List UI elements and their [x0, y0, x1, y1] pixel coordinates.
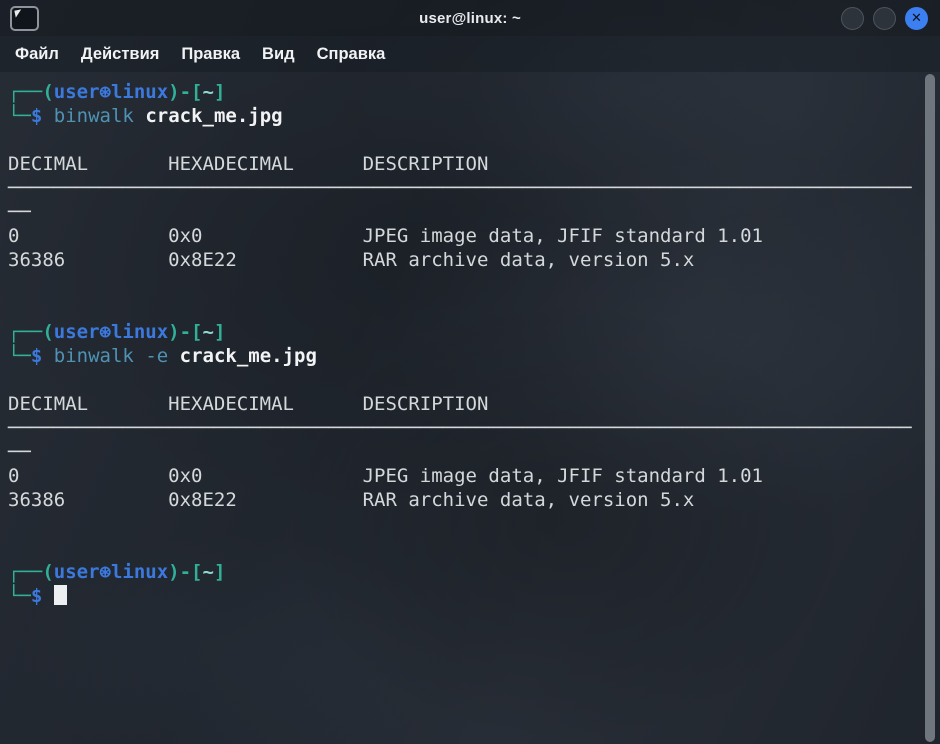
- terminal-text: 0 0x0 JPEG image data, JFIF standard 1.0…: [8, 225, 763, 247]
- terminal-text: binwalk: [54, 105, 134, 127]
- terminal-text: ]: [214, 81, 225, 103]
- terminal-cursor: [54, 585, 67, 605]
- close-icon: ✕: [911, 12, 922, 25]
- menu-item-view[interactable]: Вид: [251, 40, 306, 69]
- terminal-line-3: DECIMAL HEXADECIMAL DESCRIPTION: [8, 152, 940, 176]
- terminal-text: user⊛linux: [54, 561, 168, 583]
- terminal-text: ~: [202, 81, 213, 103]
- terminal-text: $: [31, 345, 42, 367]
- terminal-line-0: ┌──(user⊛linux)-[~]: [8, 80, 940, 104]
- terminal-text: ]: [214, 321, 225, 343]
- terminal-text: 0 0x0 JPEG image data, JFIF standard 1.0…: [8, 465, 763, 487]
- terminal-text: ┌──(: [8, 561, 54, 583]
- terminal-text: 36386 0x8E22 RAR archive data, version 5…: [8, 489, 694, 511]
- terminal-line-13: DECIMAL HEXADECIMAL DESCRIPTION: [8, 392, 940, 416]
- terminal-line-16: 0 0x0 JPEG image data, JFIF standard 1.0…: [8, 464, 940, 488]
- terminal-text: crack_me.jpg: [180, 345, 317, 367]
- terminal-app-icon[interactable]: [10, 6, 39, 31]
- window-controls: ✕: [841, 7, 928, 30]
- menu-item-edit[interactable]: Правка: [170, 40, 251, 69]
- terminal-window: user@linux: ~ ✕ ФайлДействияПравкаВидСпр…: [0, 0, 940, 744]
- terminal-text: [42, 585, 53, 607]
- terminal-text: binwalk: [54, 345, 134, 367]
- menu-item-actions[interactable]: Действия: [70, 40, 170, 69]
- terminal-text: └─: [8, 105, 31, 127]
- terminal-line-8: [8, 272, 940, 296]
- terminal-text: [134, 345, 145, 367]
- terminal-text: └─: [8, 345, 31, 367]
- terminal-line-10: ┌──(user⊛linux)-[~]: [8, 320, 940, 344]
- terminal-line-19: [8, 536, 940, 560]
- terminal-line-15: ──: [8, 440, 940, 464]
- minimize-button[interactable]: [841, 7, 864, 30]
- terminal-viewport[interactable]: ┌──(user⊛linux)-[~]└─$ binwalk crack_me.…: [0, 72, 940, 744]
- terminal-text: [42, 345, 53, 367]
- terminal-text: ────────────────────────────────────────…: [8, 177, 912, 199]
- terminal-text: $: [31, 585, 42, 607]
- terminal-text: 36386 0x8E22 RAR archive data, version 5…: [8, 249, 694, 271]
- terminal-text: DECIMAL HEXADECIMAL DESCRIPTION: [8, 393, 488, 415]
- terminal-line-11: └─$ binwalk -e crack_me.jpg: [8, 344, 940, 368]
- terminal-prompt-icon: [14, 9, 22, 17]
- terminal-text: DECIMAL HEXADECIMAL DESCRIPTION: [8, 153, 488, 175]
- menu-bar: ФайлДействияПравкаВидСправка: [0, 36, 940, 72]
- close-button[interactable]: ✕: [905, 7, 928, 30]
- menu-item-file[interactable]: Файл: [4, 40, 70, 69]
- maximize-button[interactable]: [873, 7, 896, 30]
- terminal-line-12: [8, 368, 940, 392]
- terminal-text: )-[: [168, 561, 202, 583]
- title-bar: user@linux: ~ ✕: [0, 0, 940, 36]
- window-title: user@linux: ~: [0, 10, 940, 27]
- terminal-line-21: └─$: [8, 584, 940, 608]
- terminal-text: user⊛linux: [54, 321, 168, 343]
- terminal-text: ────────────────────────────────────────…: [8, 417, 912, 439]
- terminal-line-7: 36386 0x8E22 RAR archive data, version 5…: [8, 248, 940, 272]
- scrollbar: [925, 74, 935, 742]
- terminal-text: $: [31, 105, 42, 127]
- terminal-text: user⊛linux: [54, 81, 168, 103]
- terminal-text: ──: [8, 441, 31, 463]
- terminal-text: [134, 105, 145, 127]
- terminal-line-17: 36386 0x8E22 RAR archive data, version 5…: [8, 488, 940, 512]
- terminal-text: ┌──(: [8, 81, 54, 103]
- terminal-output: ┌──(user⊛linux)-[~]└─$ binwalk crack_me.…: [8, 80, 940, 608]
- terminal-text: crack_me.jpg: [145, 105, 282, 127]
- terminal-line-1: └─$ binwalk crack_me.jpg: [8, 104, 940, 128]
- terminal-line-5: ──: [8, 200, 940, 224]
- terminal-text: └─: [8, 585, 31, 607]
- scrollbar-thumb[interactable]: [925, 74, 935, 742]
- terminal-text: )-[: [168, 321, 202, 343]
- terminal-text: -e: [145, 345, 168, 367]
- terminal-line-18: [8, 512, 940, 536]
- terminal-text: ~: [202, 561, 213, 583]
- menu-item-help[interactable]: Справка: [306, 40, 397, 69]
- terminal-text: ┌──(: [8, 321, 54, 343]
- terminal-line-4: ────────────────────────────────────────…: [8, 176, 940, 200]
- terminal-line-9: [8, 296, 940, 320]
- terminal-line-2: [8, 128, 940, 152]
- terminal-text: ~: [202, 321, 213, 343]
- terminal-text: [42, 105, 53, 127]
- terminal-text: [168, 345, 179, 367]
- terminal-text: ──: [8, 201, 31, 223]
- terminal-text: )-[: [168, 81, 202, 103]
- terminal-line-14: ────────────────────────────────────────…: [8, 416, 940, 440]
- terminal-text: ]: [214, 561, 225, 583]
- terminal-line-6: 0 0x0 JPEG image data, JFIF standard 1.0…: [8, 224, 940, 248]
- terminal-line-20: ┌──(user⊛linux)-[~]: [8, 560, 940, 584]
